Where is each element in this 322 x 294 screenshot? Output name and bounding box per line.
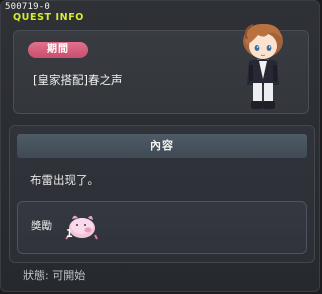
content-header: 內容 [17, 134, 307, 158]
reward-label: 獎勵 [31, 220, 52, 232]
quest-name: [皇家搭配]春之声 [33, 73, 123, 87]
content-panel: 內容 布雷出现了。 獎勵 1 [9, 125, 315, 263]
content-text: 布雷出现了。 [30, 173, 99, 187]
npc-character-portrait [243, 23, 283, 109]
quest-id: 500719-0 [5, 2, 50, 12]
reward-box: 獎勵 1 [17, 201, 307, 254]
quest-status: 狀態: 可開始 [23, 269, 86, 282]
window-title: QUEST INFO [13, 12, 84, 23]
quest-info-window: 500719-0 QUEST INFO 期間 [皇家搭配]春之声 內容 布雷出现… [0, 0, 320, 292]
period-badge: 期間 [28, 42, 88, 58]
reward-quantity: 1 [66, 227, 73, 240]
